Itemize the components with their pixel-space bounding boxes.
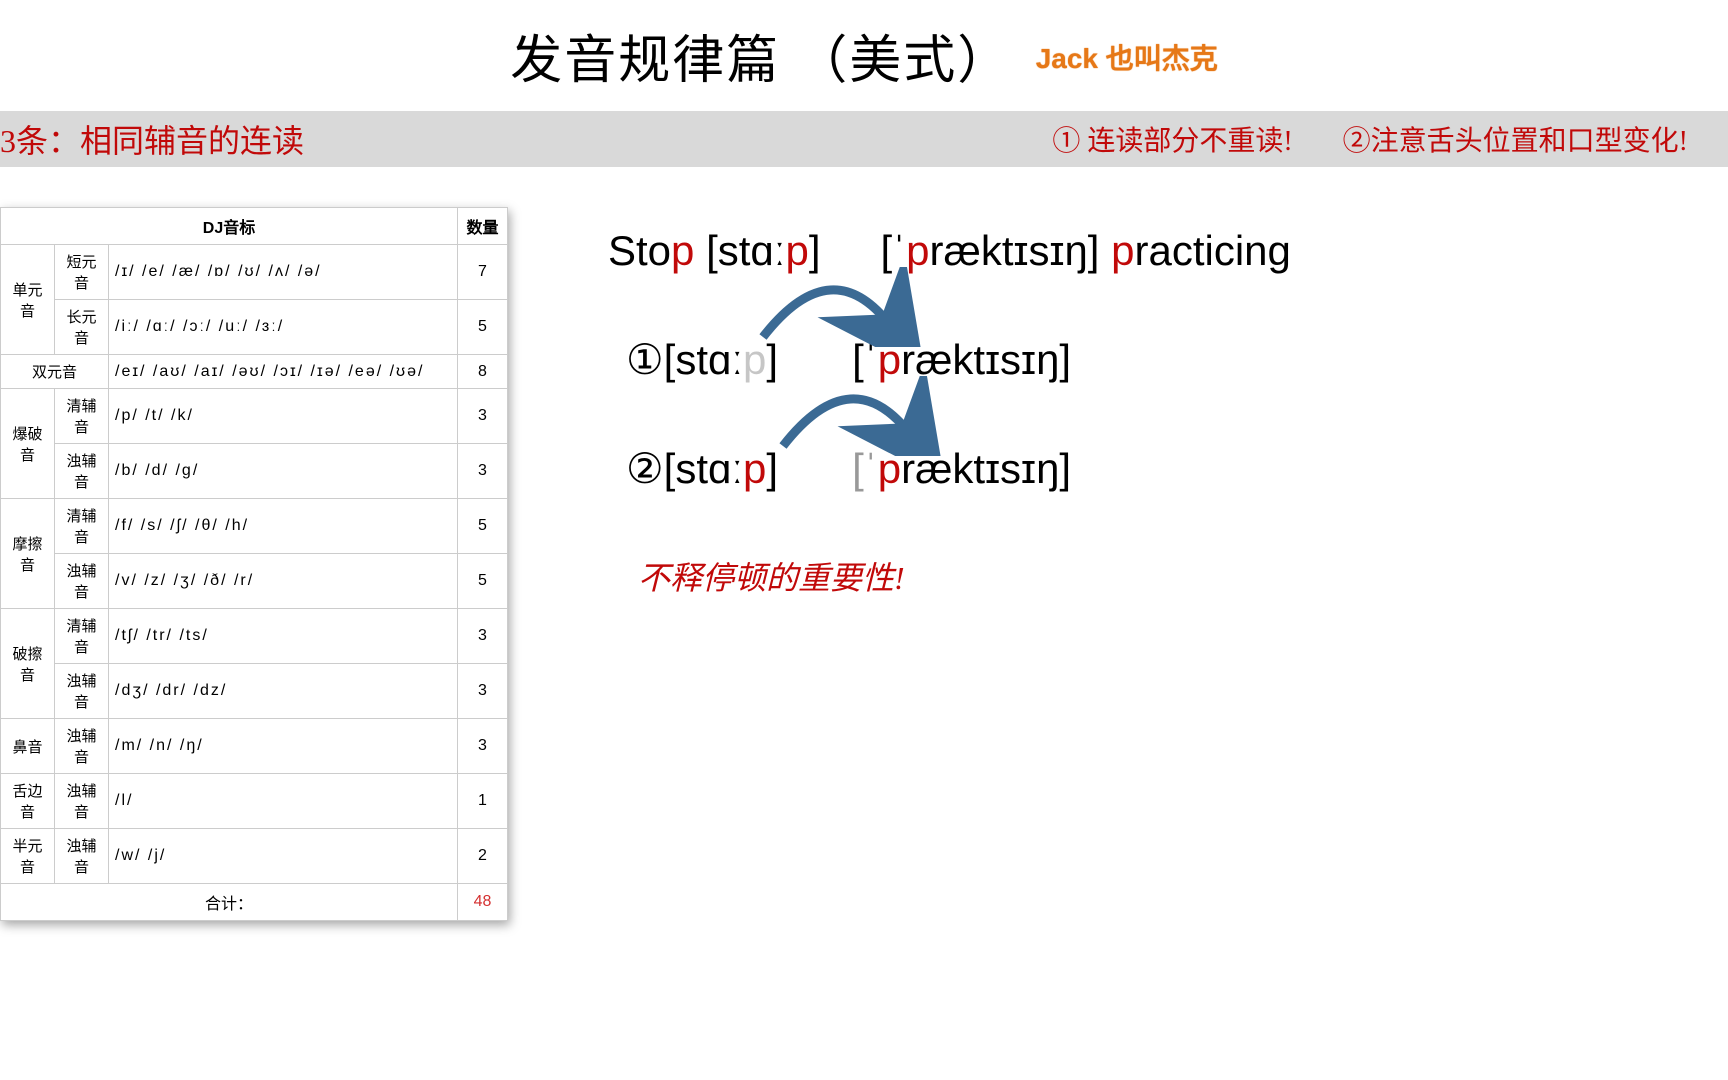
table-row: 长元音 /iː/ /ɑː/ /ɔː/ /uː/ /ɜː/ 5 <box>1 300 508 355</box>
table-row: 破擦音 清辅音 /tʃ/ /tr/ /ts/ 3 <box>1 609 508 664</box>
table-row: 浊辅音 /b/ /d/ /g/ 3 <box>1 444 508 499</box>
table-row: 浊辅音 /dʒ/ /dr/ /dz/ 3 <box>1 664 508 719</box>
arrow-icon <box>763 376 943 456</box>
table-title: DJ音标 <box>1 208 458 245</box>
rule-title: 3条：相同辅音的连读 <box>0 116 304 162</box>
table-count-header: 数量 <box>458 208 508 245</box>
table-total-row: 合计： 48 <box>1 884 508 921</box>
rule-bar: 3条：相同辅音的连读 ① 连读部分不重读! ②注意舌头位置和口型变化! <box>0 111 1728 167</box>
page-title: 发音规律篇 （美式） <box>510 18 1011 93</box>
rule-tips: ① 连读部分不重读! ②注意舌头位置和口型变化! <box>1052 119 1728 159</box>
table-row: 双元音 /eɪ/ /aʊ/ /aɪ/ /əʊ/ /ɔɪ/ /ɪə/ /eə/ /… <box>1 355 508 389</box>
example-pattern-2: ②[stɑːp][ˈpræktɪsɪŋ] <box>608 444 1728 493</box>
table-row: 单元音 短元音 /ɪ/ /e/ /æ/ /ɒ/ /ʊ/ /ʌ/ /ə/ 7 <box>1 245 508 300</box>
table-row: 爆破音 清辅音 /p/ /t/ /k/ 3 <box>1 389 508 444</box>
arrow-icon <box>743 267 923 347</box>
note-text: 不释停顿的重要性! <box>638 553 1728 599</box>
table-row: 半元音 浊辅音 /w/ /j/ 2 <box>1 829 508 884</box>
table-row: 鼻音 浊辅音 /m/ /n/ /ŋ/ 3 <box>1 719 508 774</box>
rule-tip-2: ②注意舌头位置和口型变化! <box>1343 119 1688 159</box>
table-row: 摩擦音 清辅音 /f/ /s/ /ʃ/ /θ/ /h/ 5 <box>1 499 508 554</box>
example-panel: Stop [stɑːp][ˈpræktɪsɪŋ] practicing ①[st… <box>508 167 1728 921</box>
header: 发音规律篇 （美式） Jack 也叫杰克 <box>0 0 1728 93</box>
author-label: Jack 也叫杰克 <box>1036 37 1218 77</box>
rule-tip-1: ① 连读部分不重读! <box>1052 119 1292 159</box>
dj-phonetics-table: DJ音标 数量 单元音 短元音 /ɪ/ /e/ /æ/ /ɒ/ /ʊ/ /ʌ/ … <box>0 207 508 921</box>
table-row: 浊辅音 /v/ /z/ /ʒ/ /ð/ /r/ 5 <box>1 554 508 609</box>
table-row: 舌边音 浊辅音 /l/ 1 <box>1 774 508 829</box>
